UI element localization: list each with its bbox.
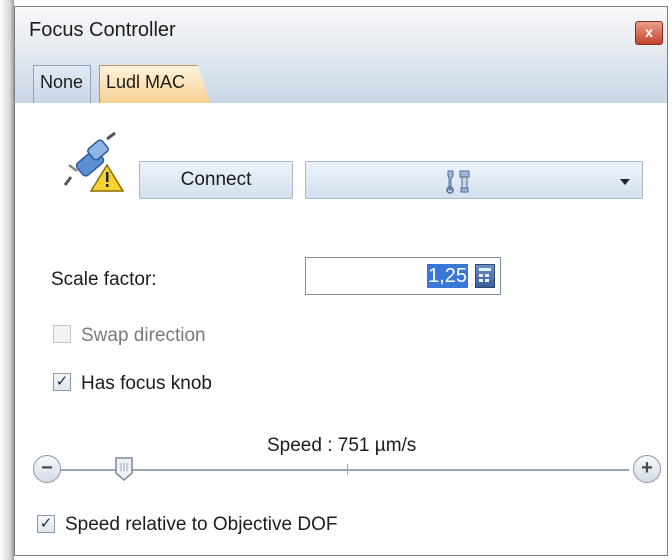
scale-factor-label: Scale factor: (51, 269, 157, 290)
speed-readout: Speed : 751 µm/s (267, 435, 417, 456)
close-icon: x (645, 24, 653, 40)
minus-icon: − (41, 457, 53, 479)
plus-icon: + (641, 457, 653, 479)
speed-decrease-button[interactable]: − (33, 455, 61, 483)
plug-warning-icon (63, 131, 125, 192)
speed-slider-track[interactable] (51, 469, 629, 471)
focus-controller-window: Focus Controller x None Ludl MAC Connect (14, 6, 668, 556)
speed-slider-thumb[interactable] (115, 457, 133, 481)
close-button[interactable]: x (635, 21, 663, 45)
wrench-settings-icon (446, 170, 470, 194)
speed-relative-label: Speed relative to Objective DOF (65, 514, 338, 535)
tab-strip: None Ludl MAC (15, 57, 667, 104)
chevron-down-icon (620, 179, 630, 185)
settings-dropdown-button[interactable] (305, 161, 643, 199)
scale-factor-value: 1,25 (427, 264, 468, 288)
calculator-icon[interactable] (475, 264, 495, 288)
swap-direction-checkbox[interactable] (53, 325, 71, 343)
tab-none-label: None (40, 72, 84, 92)
title-bar[interactable]: Focus Controller x (15, 7, 667, 57)
connect-button[interactable]: Connect (139, 161, 293, 199)
tab-ludl-mac-label: Ludl MAC (106, 72, 186, 92)
speed-slider-tick (347, 464, 348, 475)
speed-increase-button[interactable]: + (633, 455, 661, 483)
has-focus-knob-checkbox[interactable]: ✓ (53, 373, 71, 391)
has-focus-knob-label: Has focus knob (81, 373, 212, 394)
speed-relative-checkbox[interactable]: ✓ (37, 515, 55, 533)
scale-factor-input[interactable]: 1,25 (305, 257, 501, 295)
tab-none[interactable]: None (33, 65, 91, 103)
window-title: Focus Controller (29, 19, 176, 41)
background-shadow (0, 0, 14, 560)
tab-content-panel: Connect Scale factor: 1,25 Swap directio… (15, 103, 667, 555)
tab-ludl-mac[interactable]: Ludl MAC (99, 65, 211, 104)
connect-button-label: Connect (180, 169, 252, 190)
swap-direction-label: Swap direction (81, 325, 206, 346)
